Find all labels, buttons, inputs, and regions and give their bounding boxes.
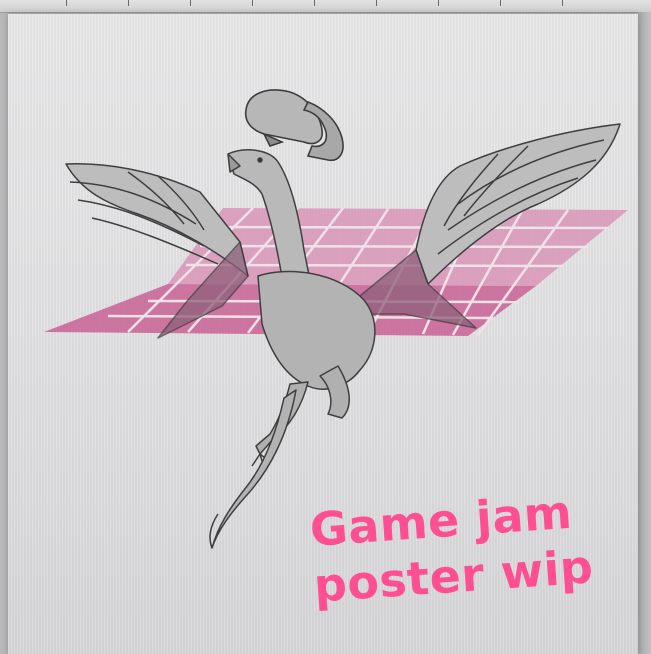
ruler-tick	[376, 0, 377, 6]
vr-headset-icon	[244, 89, 344, 162]
ruler-tick	[190, 0, 191, 6]
window-edge	[638, 12, 651, 654]
ruler-tick	[314, 0, 315, 6]
ruler-tick	[500, 0, 501, 6]
ruler-tick	[438, 0, 439, 6]
ruler-tick	[128, 0, 129, 6]
ruler-tick	[562, 0, 563, 6]
poster-canvas: Game jam poster wip	[8, 14, 638, 654]
ruler-tick	[252, 0, 253, 6]
ruler-tick	[66, 0, 67, 6]
top-ruler	[0, 0, 651, 13]
poster-caption: Game jam poster wip	[308, 482, 595, 613]
dragon-illustration	[65, 123, 621, 549]
